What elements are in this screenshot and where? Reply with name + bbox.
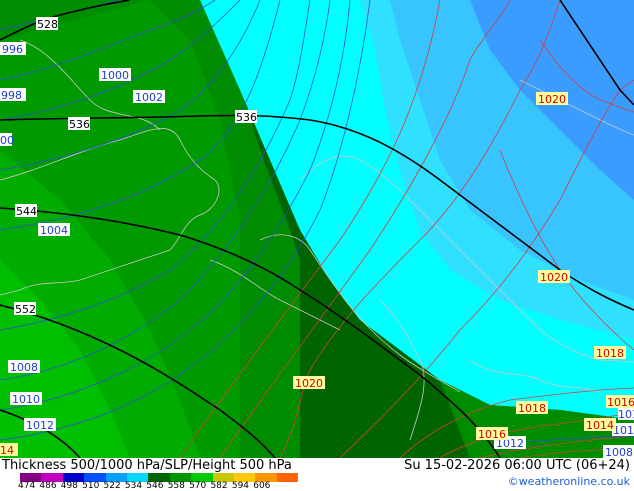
slp-label: 1018 <box>596 347 624 360</box>
slp-label: 1012 <box>618 408 634 421</box>
slp-label: 1014 <box>586 419 614 432</box>
height-label: 536 <box>69 118 90 131</box>
height-label: 528 <box>37 18 58 31</box>
color-scale-ticks: 474 486 498 510 522 534 546 558 570 582 594 606 <box>18 482 318 491</box>
slp-label: 1000 <box>101 69 129 82</box>
slp-label: 998 <box>1 89 22 102</box>
slp-label: 00 <box>0 134 14 147</box>
slp-label: 1008 <box>10 361 38 374</box>
slp-label: 1020 <box>540 271 568 284</box>
height-label: 552 <box>15 303 36 316</box>
slp-label: 1016 <box>478 428 506 441</box>
slp-label: 1012 <box>26 419 54 432</box>
height-label: 536 <box>236 111 257 124</box>
color-scale-segment <box>276 473 299 482</box>
slp-label: 1004 <box>40 224 68 237</box>
map-title: Thickness 500/1000 hPa/SLP/Height 500 hP… <box>2 458 292 473</box>
slp-label: 1016 <box>607 396 634 409</box>
slp-label: 996 <box>2 43 23 56</box>
map-canvas: 528 536 536 544 552 996 998 1000 1002 10… <box>0 0 634 458</box>
height-label: 544 <box>16 205 37 218</box>
slp-label: 1008 <box>605 446 633 458</box>
slp-label: 1002 <box>135 91 163 104</box>
map-footer: Thickness 500/1000 hPa/SLP/Height 500 hP… <box>0 458 634 491</box>
slp-label: 1018 <box>518 402 546 415</box>
slp-label: 1012 <box>613 424 634 437</box>
copyright-link[interactable]: ©weatheronline.co.uk <box>508 475 630 488</box>
valid-time: Su 15-02-2026 06:00 UTC (06+24) <box>404 458 630 473</box>
slp-label: 1010 <box>12 393 40 406</box>
slp-label: 1014 <box>0 444 14 457</box>
slp-label: 1020 <box>295 377 323 390</box>
slp-label: 1020 <box>538 93 566 106</box>
weather-map: 528 536 536 544 552 996 998 1000 1002 10… <box>0 0 634 458</box>
